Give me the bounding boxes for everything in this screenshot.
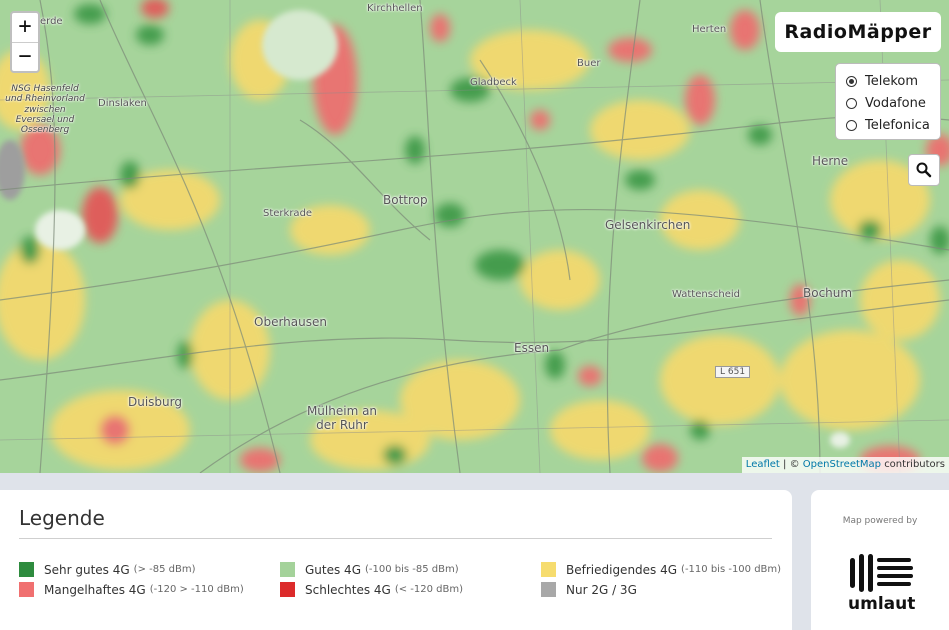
zoom-out-button[interactable]: − [12, 43, 38, 72]
legend-label: Gutes 4G [305, 562, 361, 577]
legend-item: Nur 2G / 3G [541, 582, 637, 597]
legend-swatch [19, 582, 34, 597]
legend-range: (-110 bis -100 dBm) [681, 564, 782, 575]
legend-range: (-120 > -110 dBm) [149, 584, 244, 595]
zoom-control: + − [10, 11, 40, 73]
place-label: Oberhausen [254, 315, 327, 329]
place-label: NSG Hasenfeld und Rheinvorland zwischen … [5, 84, 85, 136]
legend-label: Schlechtes 4G [305, 582, 391, 597]
legend-title: Legende [19, 506, 105, 530]
legend-label: Mangelhaftes 4G [44, 582, 146, 597]
legend-range: (> -85 dBm) [133, 564, 196, 575]
place-label: Sterkrade [263, 208, 313, 219]
legend-swatch [280, 562, 295, 577]
legend-item: Befriedigendes 4G (-110 bis -100 dBm) [541, 562, 781, 577]
magnifier-icon [916, 162, 932, 178]
legend-label: Befriedigendes 4G [566, 562, 678, 577]
place-label: Kirchhellen [367, 3, 423, 14]
legend-divider [19, 538, 772, 539]
network-selector: Telekom Vodafone Telefonica [835, 63, 941, 140]
radio-icon[interactable] [846, 119, 857, 131]
legend-item: Gutes 4G (-100 bis -85 dBm) [280, 562, 459, 577]
network-label: Telefonica [865, 117, 930, 133]
legend-swatch [541, 562, 556, 577]
place-label: Wattenscheid [672, 289, 741, 300]
brand-logo: RadioMäpper [775, 12, 941, 52]
place-label: Duisburg [128, 395, 182, 409]
legend-item: Mangelhaftes 4G (-120 > -110 dBm) [19, 582, 244, 597]
legend-label: Nur 2G / 3G [566, 582, 637, 597]
place-label: erde [40, 16, 63, 27]
network-option-telefonica[interactable]: Telefonica [846, 114, 940, 136]
place-label: Essen [514, 341, 550, 355]
attribution-separator: | © [783, 459, 800, 470]
place-label: Herten [692, 24, 727, 35]
place-label: Bochum [803, 286, 853, 300]
place-label: Mülheim an der Ruhr [306, 404, 378, 432]
place-label: Gladbeck [470, 77, 517, 88]
legend-range: (-100 bis -85 dBm) [365, 564, 459, 575]
radio-selected-icon[interactable] [846, 75, 857, 87]
road-label: L 651 [715, 366, 751, 378]
powered-caption: Map powered by [842, 516, 918, 526]
place-label: Bottrop [383, 193, 428, 207]
powered-by-panel: Map powered by umlaut [811, 490, 949, 630]
legend-range: (< -120 dBm) [394, 584, 464, 595]
umlaut-logo-text: umlaut [848, 594, 916, 614]
place-label: Gelsenkirchen [605, 218, 691, 232]
place-label: Dinslaken [98, 98, 147, 109]
legend-swatch [19, 562, 34, 577]
network-option-telekom[interactable]: Telekom [846, 70, 940, 92]
legend-item: Schlechtes 4G (< -120 dBm) [280, 582, 463, 597]
search-button[interactable] [908, 154, 940, 186]
legend-item: Sehr gutes 4G (> -85 dBm) [19, 562, 196, 577]
legend-label: Sehr gutes 4G [44, 562, 130, 577]
place-label: Buer [577, 58, 601, 69]
osm-link[interactable]: OpenStreetMap [803, 459, 881, 470]
legend-swatch [280, 582, 295, 597]
network-label: Telekom [865, 73, 919, 89]
umlaut-logo-icon [850, 554, 913, 592]
network-option-vodafone[interactable]: Vodafone [846, 92, 940, 114]
network-label: Vodafone [865, 95, 926, 111]
place-label: Herne [812, 154, 849, 168]
attribution-contributors: contributors [884, 459, 945, 470]
zoom-in-button[interactable]: + [12, 13, 38, 43]
legend-panel: Legende Sehr gutes 4G (> -85 dBm) Gutes … [0, 490, 792, 630]
radio-icon[interactable] [846, 97, 857, 109]
leaflet-link[interactable]: Leaflet [746, 459, 780, 470]
coverage-map[interactable]: erde Kirchhellen Herten Gladbeck Buer Di… [0, 0, 949, 473]
map-attribution: Leaflet | © OpenStreetMap contributors [741, 457, 949, 473]
legend-swatch [541, 582, 556, 597]
